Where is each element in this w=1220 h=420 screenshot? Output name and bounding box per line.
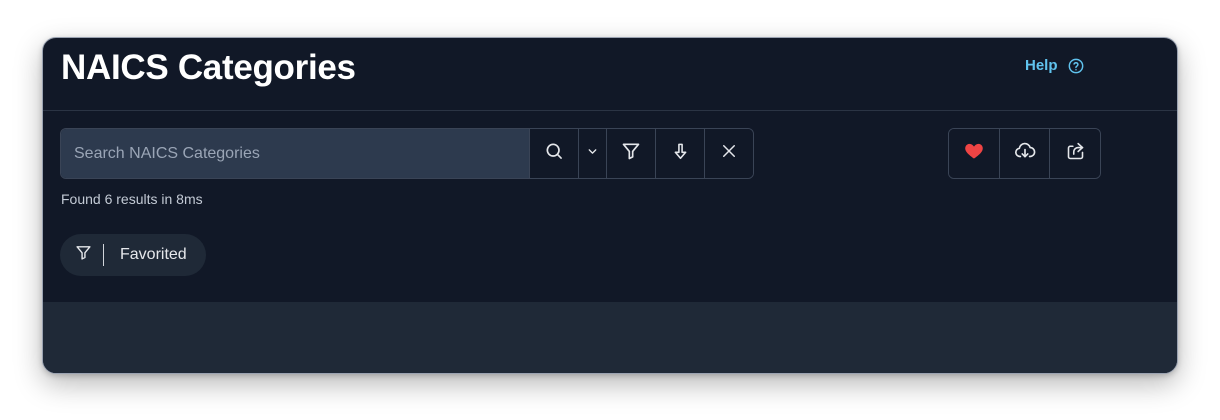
page-title: NAICS Categories	[61, 48, 356, 87]
chip-label: Favorited	[120, 246, 187, 263]
header: NAICS Categories Help	[43, 38, 1177, 111]
help-label: Help	[1025, 57, 1058, 74]
sort-button[interactable]	[655, 129, 705, 178]
filter-button[interactable]	[606, 129, 656, 178]
results-area	[43, 302, 1177, 373]
chip-divider	[103, 244, 104, 266]
favorited-filter-chip[interactable]: Favorited	[60, 234, 206, 276]
favorite-button[interactable]	[949, 129, 999, 178]
filter-icon	[75, 244, 92, 266]
search-icon	[544, 141, 564, 166]
search-bar	[60, 128, 754, 179]
help-link[interactable]: Help	[1025, 57, 1084, 74]
cloud-download-icon	[1014, 140, 1036, 167]
app-window: NAICS Categories Help Search NAICS Categ…	[42, 37, 1178, 374]
help-circle-icon	[1068, 58, 1084, 74]
search-input[interactable]	[61, 129, 530, 178]
filter-icon	[621, 141, 641, 166]
close-icon	[720, 142, 738, 165]
arrow-down-icon	[671, 142, 690, 166]
chevron-down-icon	[586, 145, 599, 163]
action-toolbar	[948, 128, 1101, 179]
share-icon	[1065, 141, 1086, 167]
results-count: Found 6 results in 8ms	[61, 191, 203, 207]
search-options-dropdown[interactable]	[578, 129, 607, 178]
share-button[interactable]	[1049, 129, 1100, 178]
download-button[interactable]	[998, 129, 1050, 178]
clear-button[interactable]	[704, 129, 753, 178]
heart-icon	[964, 141, 984, 166]
search-button[interactable]	[529, 129, 579, 178]
